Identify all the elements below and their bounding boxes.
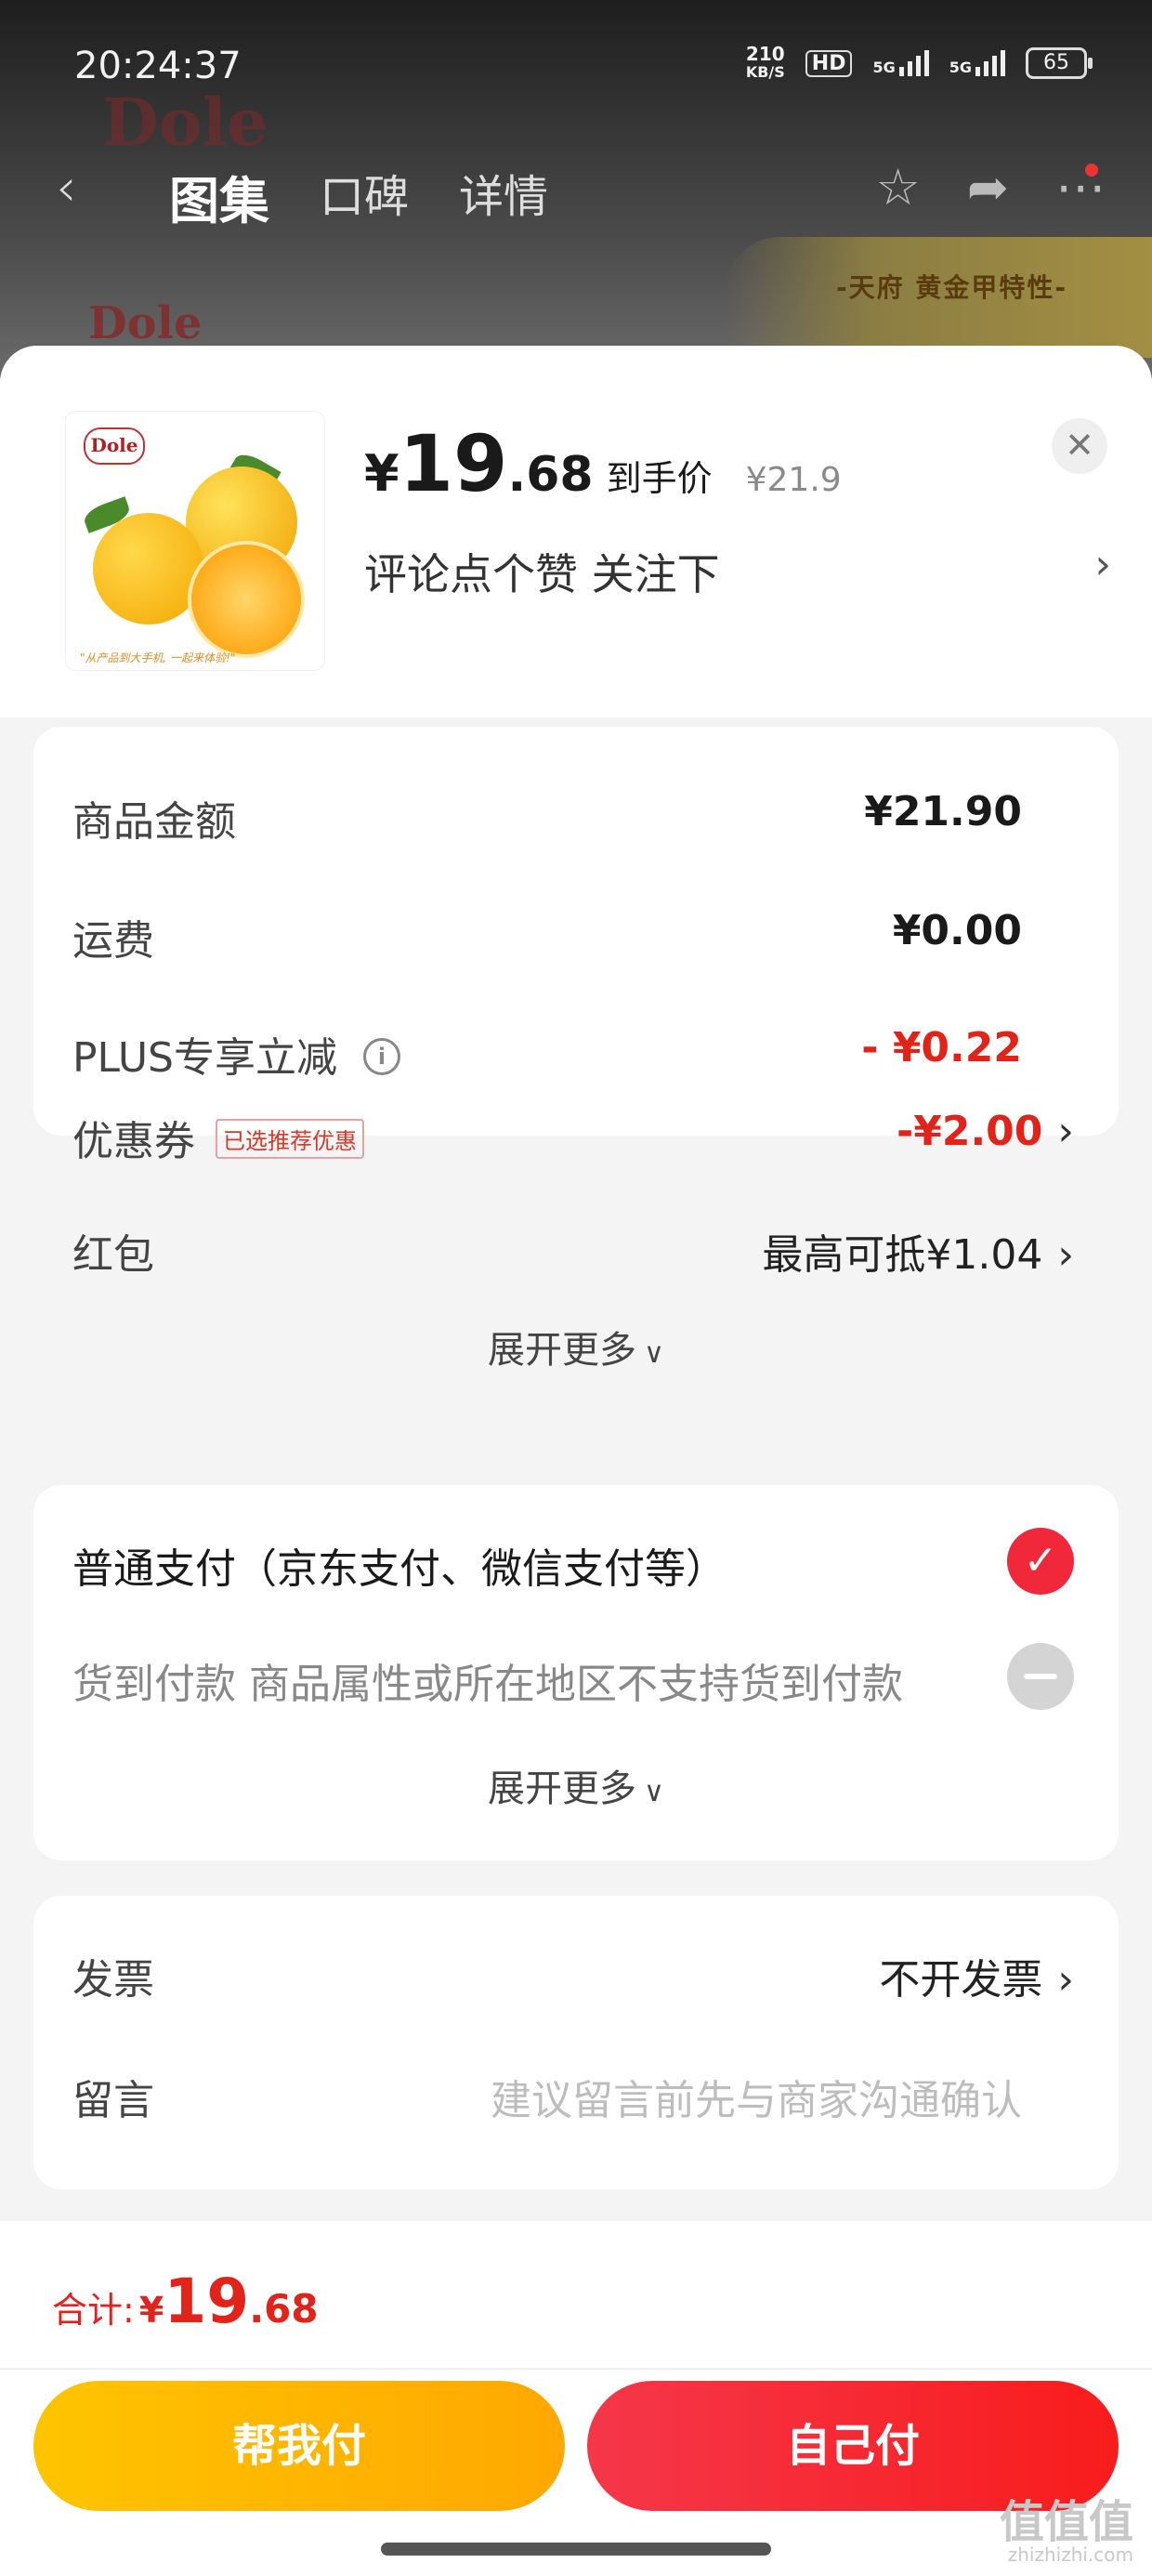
signal-icon: 5G: [872, 50, 929, 76]
share-icon[interactable]: ➦: [967, 158, 1009, 217]
coupon-discount: -¥2.00: [896, 1108, 1043, 1155]
tab-details[interactable]: 详情: [459, 160, 548, 233]
payment-option-normal[interactable]: 普通支付（京东支付、微信支付等） ✓: [72, 1528, 1074, 1600]
chevron-right-icon: ›: [1057, 1108, 1074, 1155]
coupon-tag: 已选推荐优惠: [216, 1118, 364, 1159]
shipping-amount: ¥0.00: [892, 907, 1022, 954]
check-icon[interactable]: ✓: [1007, 1528, 1074, 1595]
back-icon[interactable]: ‹: [56, 158, 76, 218]
thumbnail-caption: "从产品到大手机, 一起来体验!": [80, 651, 236, 664]
payment-expand-more[interactable]: 展开更多 ∨: [33, 1758, 1119, 1812]
payment-card: 普通支付（京东支付、微信支付等） ✓ 货到付款 商品属性或所在地区不支持货到付款…: [33, 1485, 1119, 1860]
orange-half-image: [188, 541, 305, 658]
watermark: 值值值 zhizhizhi.com: [999, 2496, 1133, 2566]
redpacket-value: 最高可抵¥1.04: [762, 1231, 1043, 1279]
status-bar: 20:24:37 210 KB/S HD 5G 5G 65: [74, 37, 1093, 93]
close-icon: ✕: [1065, 425, 1094, 466]
message-row: 留言 建议留言前先与商家沟通确认: [72, 2067, 1074, 2132]
product-thumbnail: Dole "从产品到大手机, 一起来体验!": [65, 411, 325, 671]
final-price-label: 到手价: [606, 458, 713, 499]
checkout-footer: 合计: ¥19.68 帮我付 自己付 值值值 zhizhizhi.com: [0, 2221, 1152, 2576]
summary-row-redpacket[interactable]: 红包 最高可抵¥1.04 ›: [72, 1221, 1074, 1286]
chevron-right-icon: ›: [1094, 541, 1111, 588]
tab-gallery[interactable]: 图集: [169, 160, 269, 233]
home-indicator[interactable]: [381, 2543, 771, 2556]
tab-reviews[interactable]: 口碑: [320, 160, 409, 233]
hd-icon: HD: [805, 49, 853, 77]
net-speed: 210 KB/S: [745, 43, 785, 81]
self-pay-button[interactable]: 自己付: [587, 2381, 1119, 2511]
more-icon[interactable]: ⋯: [1055, 158, 1106, 217]
help-pay-button[interactable]: 帮我付: [33, 2381, 565, 2511]
payment-option-cod: 货到付款 商品属性或所在地区不支持货到付款: [72, 1643, 1074, 1715]
chevron-down-icon: ∨: [644, 1776, 664, 1808]
invoice-row[interactable]: 发票 不开发票 ›: [72, 1946, 1074, 2011]
status-time: 20:24:37: [74, 45, 242, 87]
divider: [0, 2368, 1152, 2370]
message-input[interactable]: 建议留言前先与商家沟通确认: [491, 2067, 1022, 2126]
signal-icon-2: 5G: [949, 50, 1005, 76]
total-price: 合计: ¥19.68: [52, 2266, 319, 2337]
dole-logo-bg-small: Dole: [88, 297, 203, 349]
top-nav: ‹ 图集 口碑 详情 ☆ ➦ ⋯: [56, 149, 1106, 230]
summary-expand-more[interactable]: 展开更多 ∨: [33, 1320, 1119, 1373]
original-price: ¥21.9: [745, 461, 842, 499]
background-product-page: Dole Dole -天府 黄金甲特性- 20:24:37 210 KB/S H…: [0, 0, 1152, 390]
chevron-right-icon: ›: [1057, 1956, 1074, 2004]
chevron-right-icon: ›: [1057, 1231, 1074, 1279]
final-price: 19: [399, 418, 508, 509]
summary-row-shipping: 运费 ¥0.00: [72, 907, 1022, 965]
close-button[interactable]: ✕: [1052, 418, 1107, 474]
invoice-card: 发票 不开发票 › 留言 建议留言前先与商家沟通确认: [33, 1896, 1119, 2189]
promo-row[interactable]: 评论点个赞 关注下 ›: [364, 541, 1111, 602]
notification-dot: [1085, 164, 1098, 177]
promo-banner-text: -天府 黄金甲特性-: [836, 272, 1067, 303]
goods-amount: ¥21.90: [864, 788, 1022, 835]
promo-text: 评论点个赞 关注下: [364, 549, 720, 599]
price-row: ¥19.68 到手价 ¥21.9: [364, 418, 842, 509]
invoice-value: 不开发票: [879, 1956, 1043, 2004]
battery-icon: 65: [1026, 47, 1093, 79]
sheet-header: Dole "从产品到大手机, 一起来体验!" ¥19.68 到手价 ¥21.9 ✕ …: [0, 346, 1152, 717]
summary-row-goods: 商品金额 ¥21.90: [72, 788, 1022, 846]
star-icon[interactable]: ☆: [875, 158, 920, 217]
chevron-down-icon: ∨: [644, 1337, 664, 1370]
summary-row-coupon[interactable]: 优惠券 已选推荐优惠 -¥2.00 ›: [72, 1108, 1074, 1173]
disabled-icon: [1007, 1643, 1074, 1710]
dole-logo: Dole: [84, 427, 145, 465]
